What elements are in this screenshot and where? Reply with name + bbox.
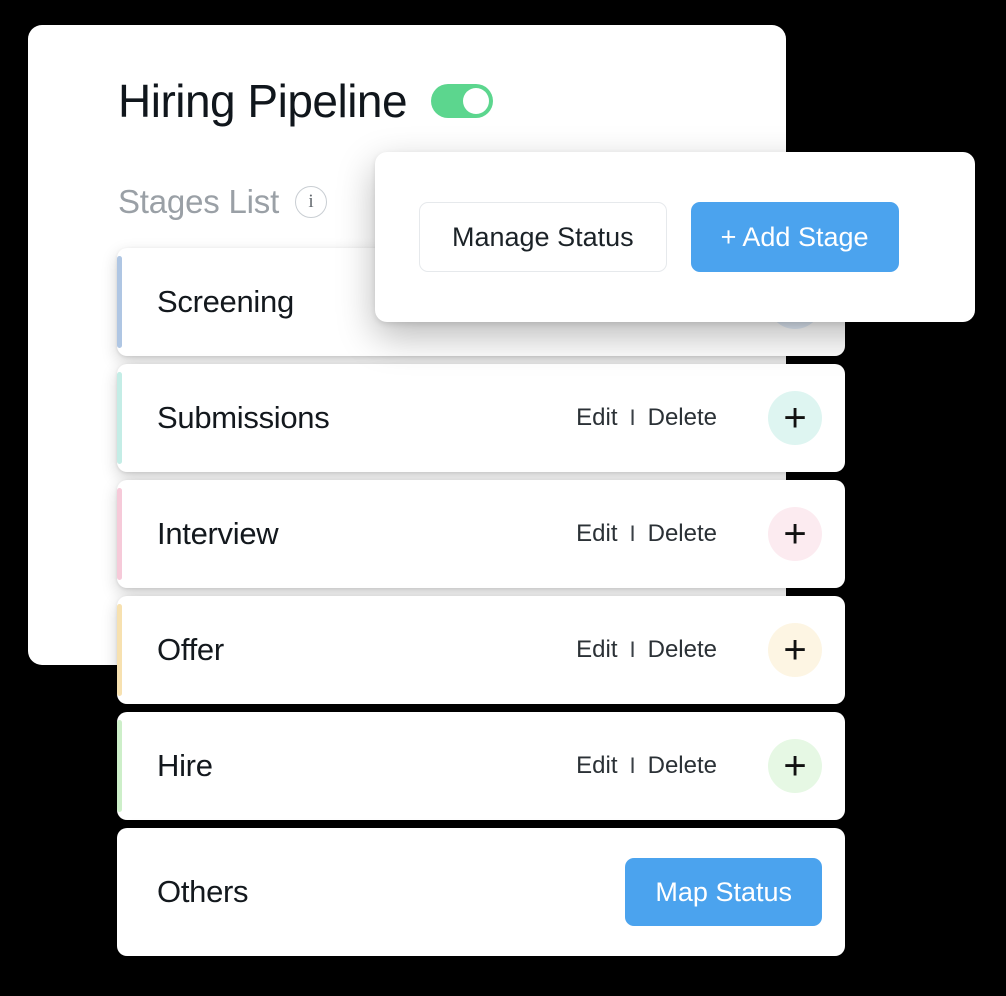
- app-root: Hiring Pipeline Stages List i Screening …: [0, 0, 1006, 996]
- delete-link[interactable]: Delete: [648, 752, 717, 780]
- stage-actions: Edit I Delete: [576, 752, 717, 780]
- stage-actions-popup: Manage Status + Add Stage: [375, 152, 975, 322]
- stage-row-interview[interactable]: Interview Edit I Delete +: [117, 480, 845, 588]
- stage-accent-bar: [117, 256, 122, 348]
- map-status-button[interactable]: Map Status: [625, 858, 822, 926]
- edit-link[interactable]: Edit: [576, 404, 617, 432]
- stage-row-offer[interactable]: Offer Edit I Delete +: [117, 596, 845, 704]
- stage-row-submissions[interactable]: Submissions Edit I Delete +: [117, 364, 845, 472]
- stages-list-label: Stages List: [118, 183, 280, 220]
- action-separator: I: [629, 637, 636, 662]
- edit-link[interactable]: Edit: [576, 752, 617, 780]
- stage-actions: Edit I Delete: [576, 404, 717, 432]
- stage-name: Screening: [157, 284, 294, 319]
- stage-name: Hire: [157, 748, 213, 783]
- stage-accent-bar: [117, 372, 122, 464]
- info-icon[interactable]: i: [295, 185, 328, 218]
- add-stage-button[interactable]: + Add Stage: [690, 202, 899, 272]
- page-title: Hiring Pipeline: [118, 75, 408, 127]
- add-substage-plus-icon[interactable]: +: [768, 391, 822, 445]
- pipeline-enable-toggle[interactable]: [431, 84, 494, 118]
- stage-name: Interview: [157, 516, 279, 551]
- page-header: Hiring Pipeline: [118, 75, 494, 127]
- add-substage-plus-icon[interactable]: +: [768, 507, 822, 561]
- add-substage-plus-icon[interactable]: +: [768, 739, 822, 793]
- action-separator: I: [629, 521, 636, 546]
- stage-actions: Edit I Delete: [576, 636, 717, 664]
- action-separator: I: [629, 405, 636, 430]
- manage-status-button[interactable]: Manage Status: [419, 202, 667, 272]
- delete-link[interactable]: Delete: [648, 636, 717, 664]
- stage-actions: Edit I Delete: [576, 520, 717, 548]
- edit-link[interactable]: Edit: [576, 520, 617, 548]
- action-separator: I: [629, 753, 636, 778]
- delete-link[interactable]: Delete: [648, 404, 717, 432]
- stage-accent-bar: [117, 720, 122, 812]
- stage-row-hire[interactable]: Hire Edit I Delete +: [117, 712, 845, 820]
- stage-name: Offer: [157, 632, 224, 667]
- edit-link[interactable]: Edit: [576, 636, 617, 664]
- stages-list-header: Stages List i: [118, 183, 328, 220]
- stage-name: Others: [157, 874, 249, 909]
- stage-name: Submissions: [157, 400, 330, 435]
- stages-list: Screening Edit I Delete + Submissions Ed…: [117, 248, 845, 964]
- toggle-knob: [463, 88, 490, 114]
- stage-row-others[interactable]: Others Map Status: [117, 828, 845, 956]
- add-substage-plus-icon[interactable]: +: [768, 623, 822, 677]
- stage-accent-bar: [117, 604, 122, 696]
- stage-accent-bar: [117, 488, 122, 580]
- delete-link[interactable]: Delete: [648, 520, 717, 548]
